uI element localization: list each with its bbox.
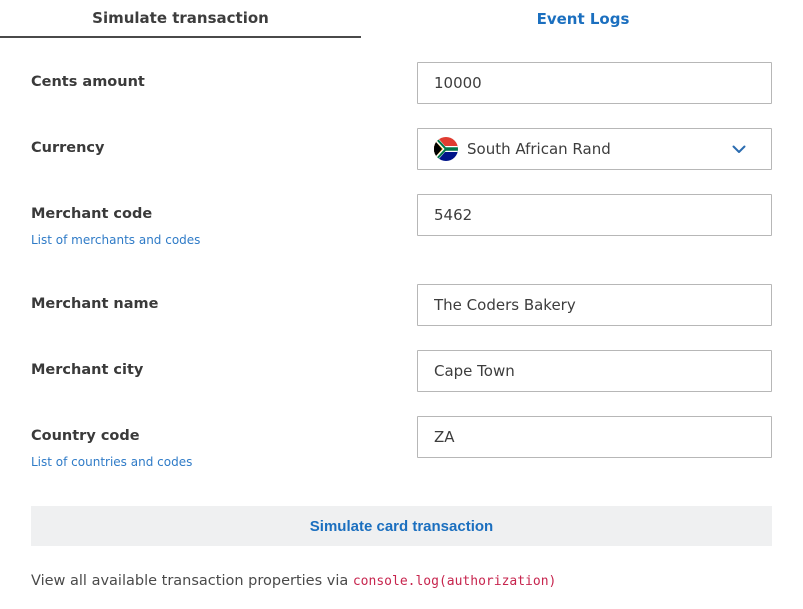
currency-value: South African Rand <box>467 140 611 158</box>
currency-select[interactable]: South African Rand <box>417 128 772 170</box>
tab-bar: Simulate transaction Event Logs <box>0 0 803 38</box>
south-africa-flag-icon <box>434 137 458 161</box>
cents-amount-label: Cents amount <box>31 74 145 90</box>
merchant-name-input[interactable] <box>417 284 772 326</box>
merchant-code-label: Merchant code <box>31 206 153 222</box>
merchant-name-label: Merchant name <box>31 296 159 312</box>
simulate-card-transaction-button[interactable]: Simulate card transaction <box>31 506 772 546</box>
tab-simulate-transaction[interactable]: Simulate transaction <box>0 0 361 38</box>
country-code-label: Country code <box>31 428 140 444</box>
currency-label: Currency <box>31 140 105 156</box>
countries-list-link[interactable]: List of countries and codes <box>31 455 192 469</box>
chevron-down-icon[interactable] <box>731 141 747 157</box>
tab-event-logs[interactable]: Event Logs <box>403 0 763 38</box>
cents-amount-input[interactable] <box>417 62 772 104</box>
merchant-code-input[interactable] <box>417 194 772 236</box>
footer-note: View all available transaction propertie… <box>31 573 556 589</box>
country-code-input[interactable] <box>417 416 772 458</box>
merchant-city-input[interactable] <box>417 350 772 392</box>
merchants-list-link[interactable]: List of merchants and codes <box>31 233 200 247</box>
merchant-city-label: Merchant city <box>31 362 144 378</box>
console-log-code: console.log(authorization) <box>352 574 557 589</box>
footer-text: View all available transaction propertie… <box>31 573 353 589</box>
